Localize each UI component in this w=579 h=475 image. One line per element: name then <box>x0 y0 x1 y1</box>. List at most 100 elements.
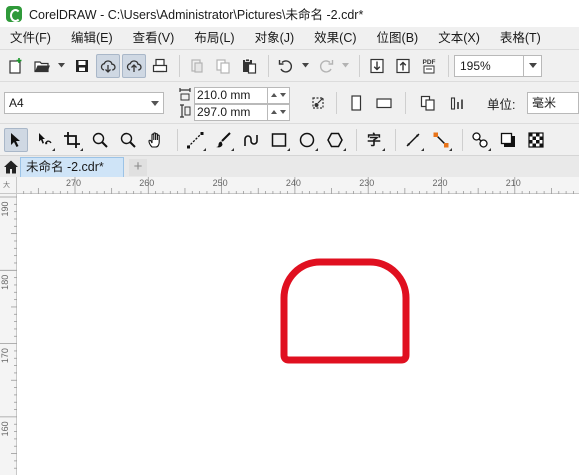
pdf-icon: PDF <box>423 59 436 73</box>
ellipse-tool-button[interactable] <box>295 128 319 152</box>
landscape-orientation-button[interactable] <box>372 91 396 115</box>
chevron-down-icon <box>301 63 309 68</box>
import-button[interactable] <box>365 54 389 78</box>
page-size-select[interactable]: A4 <box>4 92 164 114</box>
toolbox-separator <box>356 128 357 151</box>
units-select[interactable]: 毫米 <box>527 92 579 114</box>
menu-edit[interactable]: 编辑(E) <box>61 27 123 49</box>
flyout-indicator-icon <box>488 147 491 151</box>
transparency-tool-button[interactable] <box>524 128 548 152</box>
cloud-upload-button[interactable] <box>122 53 146 78</box>
page-width-input[interactable]: 210.0 mm <box>194 87 268 104</box>
copy-icon <box>216 58 230 74</box>
menu-file[interactable]: 文件(F) <box>0 27 61 49</box>
menu-object[interactable]: 对象(J) <box>245 27 305 49</box>
page-height-input[interactable]: 297.0 mm <box>194 104 268 121</box>
ruler-label: 220 <box>433 178 448 188</box>
export-button[interactable] <box>391 54 415 78</box>
ruler-label: 260 <box>139 178 154 188</box>
save-button[interactable] <box>70 54 94 78</box>
smart-drawing-tool-button[interactable] <box>239 128 263 152</box>
document-tab[interactable]: 未命名 -2.cdr* <box>20 157 124 178</box>
home-icon[interactable] <box>3 159 19 175</box>
page-width-value: 210.0 mm <box>197 88 251 102</box>
undo-button[interactable] <box>274 54 298 78</box>
current-page-icon <box>450 97 463 110</box>
page-height-value: 297.0 mm <box>197 105 251 119</box>
redo-button[interactable] <box>314 54 338 78</box>
page-height-icon <box>180 104 191 118</box>
polygon-tool-button[interactable] <box>323 128 347 152</box>
dimension-line-icon <box>406 133 420 146</box>
vertical-ruler[interactable]: 190 180 170 160 <box>0 194 17 475</box>
blend-tool-button[interactable] <box>468 128 492 152</box>
open-dropdown-arrow[interactable] <box>56 54 66 78</box>
crop-tool-button[interactable] <box>60 128 84 152</box>
rectangle-tool-button[interactable] <box>267 128 291 152</box>
parallel-dimension-tool-button[interactable] <box>401 128 425 152</box>
window-title: CorelDRAW - C:\Users\Administrator\Pictu… <box>29 8 364 22</box>
menu-bar: 文件(F) 编辑(E) 查看(V) 布局(L) 对象(J) 效果(C) 位图(B… <box>0 27 579 49</box>
drawing-canvas[interactable] <box>17 194 579 475</box>
shape-tool-button[interactable] <box>32 128 56 152</box>
toolbox: 字 <box>0 123 579 155</box>
current-page-button[interactable] <box>446 91 470 115</box>
pick-tool-button[interactable] <box>4 127 28 152</box>
menu-effects[interactable]: 效果(C) <box>304 27 366 49</box>
vertical-ruler-scale: 190 180 170 160 <box>0 196 17 469</box>
menu-bitmaps[interactable]: 位图(B) <box>367 27 429 49</box>
artistic-media-tool-button[interactable] <box>211 128 235 152</box>
cloud-download-button[interactable] <box>96 53 120 78</box>
zoom-out-tool-button[interactable] <box>116 128 140 152</box>
ruler-label: 160 <box>0 421 10 436</box>
save-icon <box>76 59 88 72</box>
page-height-stepper[interactable] <box>268 104 290 121</box>
menu-view[interactable]: 查看(V) <box>123 27 185 49</box>
pan-tool-button[interactable] <box>144 128 168 152</box>
toolbox-separator <box>462 128 463 151</box>
ruler-origin-corner[interactable]: 大 <box>0 177 17 194</box>
shape-node-icon <box>39 132 52 144</box>
coreldraw-logo-icon <box>6 5 22 22</box>
open-document-button[interactable] <box>30 54 54 78</box>
cut-button[interactable] <box>185 54 209 78</box>
copy-button[interactable] <box>211 54 235 78</box>
print-button[interactable] <box>148 54 172 78</box>
new-document-button[interactable] <box>4 54 28 78</box>
zoom-tool-button[interactable] <box>88 128 112 152</box>
plus-icon: + <box>133 158 143 175</box>
freehand-tool-button[interactable] <box>183 128 207 152</box>
rounded-rectangle-shape[interactable] <box>280 258 410 364</box>
flyout-indicator-icon <box>449 147 452 151</box>
text-tool-button[interactable]: 字 <box>362 128 386 152</box>
cloud-download-icon <box>100 59 116 73</box>
publish-pdf-button[interactable]: PDF <box>417 54 441 78</box>
ruler-label: 250 <box>213 178 228 188</box>
flyout-indicator-icon <box>287 147 290 151</box>
new-tab-button[interactable]: + <box>129 159 147 176</box>
toolbar-separator <box>405 92 406 114</box>
flyout-indicator-icon <box>52 147 55 151</box>
menu-table[interactable]: 表格(T) <box>490 27 551 49</box>
horizontal-ruler[interactable]: 270 260 250 240 230 220 210 <box>17 177 579 194</box>
toolbar-separator <box>359 54 360 77</box>
blend-icon <box>472 131 488 148</box>
undo-dropdown-arrow[interactable] <box>300 54 310 78</box>
menu-layout[interactable]: 布局(L) <box>184 27 244 49</box>
zoom-level-dropdown[interactable] <box>524 54 542 77</box>
folder-open-icon <box>34 60 50 72</box>
rectangle-icon <box>271 132 287 147</box>
ruler-label: 210 <box>506 178 521 188</box>
page-layout-tool-button[interactable] <box>306 91 330 115</box>
portrait-orientation-button[interactable] <box>344 91 368 115</box>
redo-dropdown-arrow[interactable] <box>340 54 350 78</box>
brush-icon <box>216 131 231 147</box>
all-pages-button[interactable] <box>416 91 440 115</box>
zoom-level-input[interactable]: 195% <box>454 54 524 77</box>
page-width-stepper[interactable] <box>268 87 290 104</box>
drop-shadow-tool-button[interactable] <box>496 128 520 152</box>
menu-text[interactable]: 文本(X) <box>428 27 490 49</box>
paste-button[interactable] <box>237 54 261 78</box>
connector-tool-button[interactable] <box>429 128 453 152</box>
ruler-label: 270 <box>66 178 81 188</box>
